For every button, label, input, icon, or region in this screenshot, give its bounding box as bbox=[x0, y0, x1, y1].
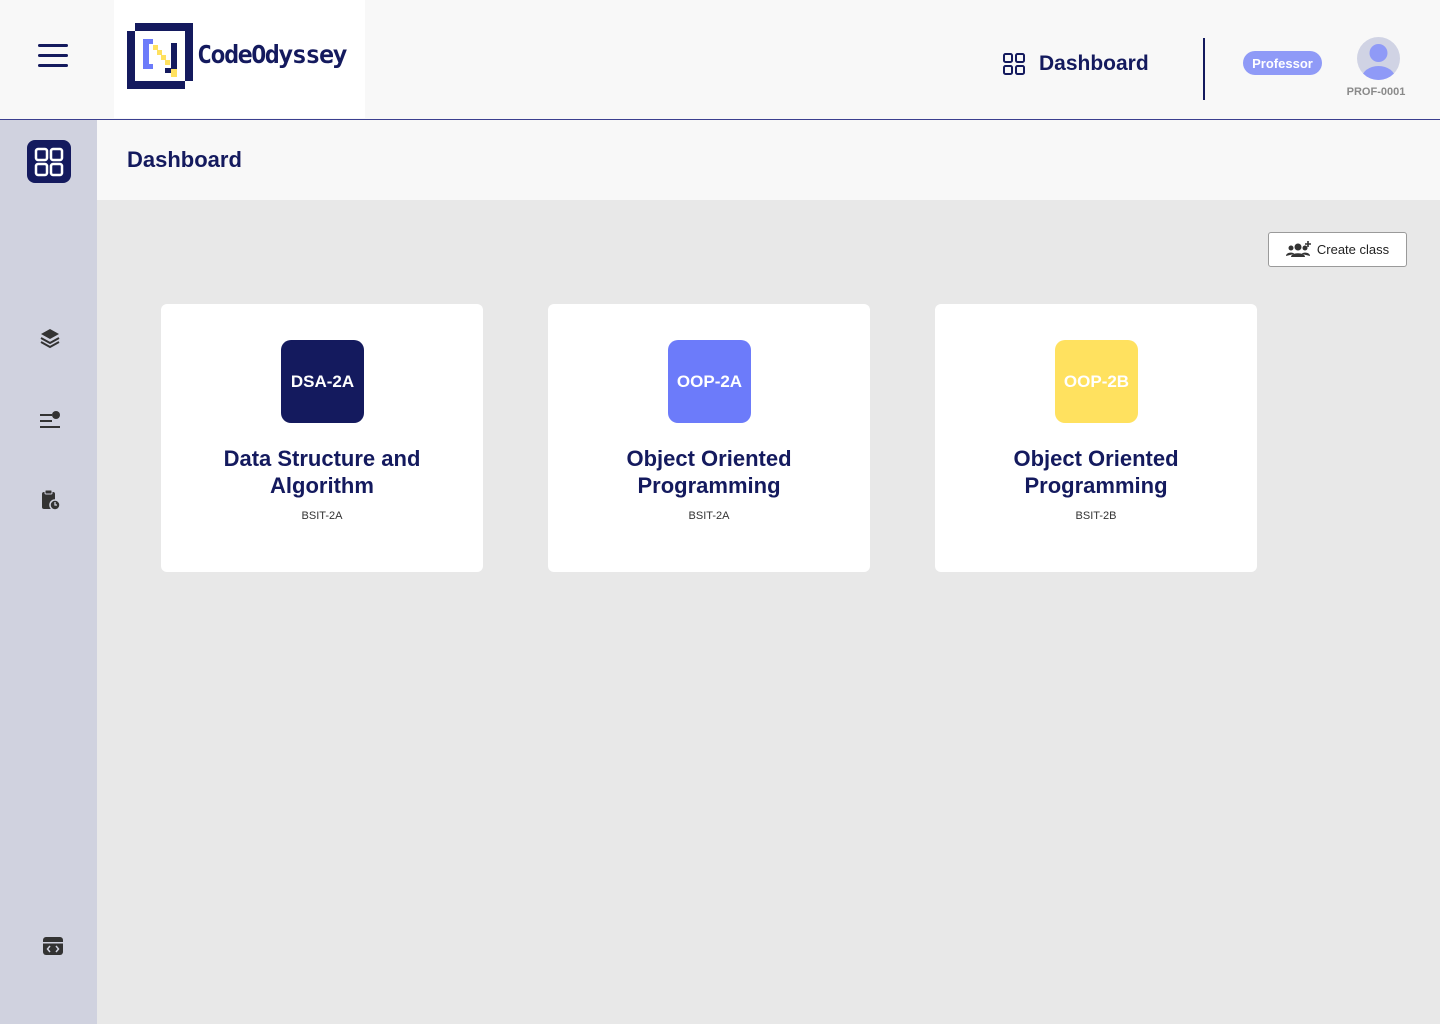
role-badge: Professor bbox=[1243, 51, 1322, 75]
grid-icon bbox=[1003, 53, 1025, 75]
divider bbox=[1203, 38, 1205, 100]
list-icon[interactable] bbox=[39, 409, 61, 431]
sidebar bbox=[0, 120, 97, 1024]
brand-name: CodeOdyssey bbox=[197, 40, 348, 69]
class-code-badge: DSA-2A bbox=[281, 340, 364, 423]
class-name: Object Oriented Programming bbox=[626, 446, 792, 498]
user-icon bbox=[1361, 44, 1396, 80]
page-header: Dashboard bbox=[97, 120, 1440, 200]
class-card-oop-2b[interactable]: OOP-2B Object Oriented Programming BSIT-… bbox=[935, 304, 1257, 572]
add-group-icon bbox=[1285, 240, 1311, 257]
class-section: BSIT-2A bbox=[688, 510, 730, 522]
create-class-button[interactable]: Create class bbox=[1268, 232, 1407, 267]
class-card-oop-2a[interactable]: OOP-2A Object Oriented Programming BSIT-… bbox=[548, 304, 870, 572]
nav-dashboard-label: Dashboard bbox=[1039, 52, 1149, 75]
logo-mark-icon bbox=[127, 23, 193, 89]
clipboard-icon[interactable] bbox=[39, 489, 61, 511]
logo[interactable]: CodeOdyssey bbox=[114, 0, 365, 118]
class-name: Object Oriented Programming bbox=[1013, 446, 1179, 498]
code-window-icon[interactable] bbox=[42, 935, 64, 957]
sidebar-item-dashboard[interactable] bbox=[27, 140, 71, 183]
class-name: Data Structure and Algorithm bbox=[223, 446, 421, 498]
layers-icon[interactable] bbox=[39, 327, 61, 349]
top-bar: CodeOdyssey Dashboard Professor PROF-000… bbox=[0, 0, 1440, 120]
create-class-label: Create class bbox=[1316, 242, 1390, 257]
class-code-badge: OOP-2B bbox=[1055, 340, 1138, 423]
class-section: BSIT-2B bbox=[1075, 510, 1117, 522]
avatar[interactable] bbox=[1357, 37, 1400, 80]
class-card-dsa-2a[interactable]: DSA-2A Data Structure and Algorithm BSIT… bbox=[161, 304, 483, 572]
menu-icon[interactable] bbox=[38, 44, 68, 68]
nav-dashboard[interactable]: Dashboard bbox=[1003, 50, 1149, 78]
page-title: Dashboard bbox=[127, 147, 242, 172]
class-section: BSIT-2A bbox=[301, 510, 343, 522]
grid-icon bbox=[34, 147, 64, 176]
user-id: PROF-0001 bbox=[1346, 86, 1406, 98]
class-code-badge: OOP-2A bbox=[668, 340, 751, 423]
